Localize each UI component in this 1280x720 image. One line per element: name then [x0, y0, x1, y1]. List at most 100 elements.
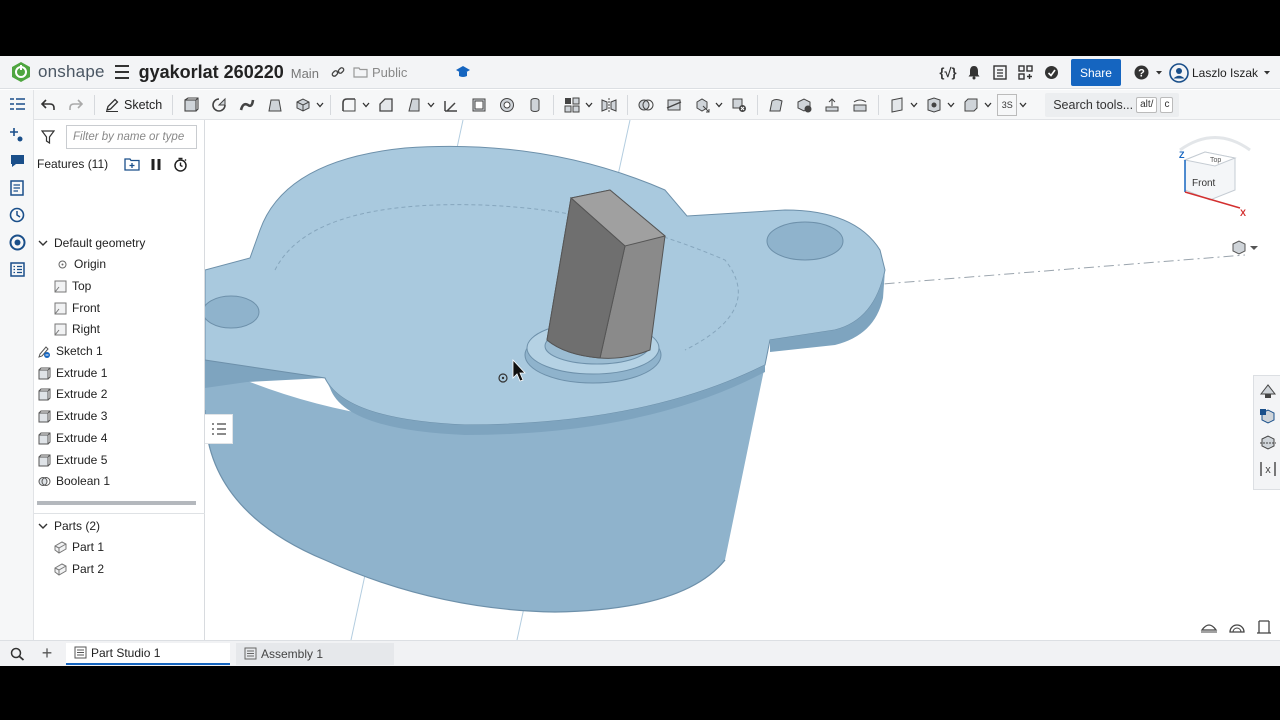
- plane-icon[interactable]: [886, 94, 908, 116]
- feature-item-origin[interactable]: Origin: [34, 254, 205, 274]
- feature-item-front-plane[interactable]: Front: [34, 298, 205, 318]
- pattern-icon[interactable]: [561, 94, 583, 116]
- parts-group[interactable]: Parts (2): [34, 516, 205, 536]
- extrude-icon[interactable]: [180, 94, 202, 116]
- hole-icon[interactable]: [496, 94, 518, 116]
- app-store-icon[interactable]: [1017, 64, 1035, 82]
- document-title[interactable]: gyakorlat 260220: [139, 62, 284, 83]
- measure-tool-icon[interactable]: [1256, 620, 1272, 634]
- sweep-icon[interactable]: [236, 94, 258, 116]
- add-variable-icon[interactable]: [8, 126, 26, 144]
- help-caret-icon[interactable]: [1155, 70, 1163, 76]
- filter-input[interactable]: Filter by name or type: [66, 125, 197, 149]
- search-tools-button[interactable]: Search tools... alt/ c: [1045, 92, 1180, 117]
- caret-down-icon[interactable]: [584, 94, 593, 116]
- delete-face-icon[interactable]: [793, 94, 815, 116]
- feature-item-extrude-2[interactable]: Extrude 2: [34, 384, 205, 404]
- split-icon[interactable]: [663, 94, 685, 116]
- graduation-cap-icon[interactable]: [455, 65, 471, 79]
- share-button[interactable]: Share: [1070, 59, 1121, 86]
- caret-down-icon[interactable]: [983, 94, 992, 116]
- measure-icon[interactable]: [8, 233, 26, 251]
- thicken-icon[interactable]: [292, 94, 314, 116]
- delete-part-icon[interactable]: [728, 94, 750, 116]
- redo-icon[interactable]: [65, 94, 87, 116]
- user-menu[interactable]: Laszlo Iszak: [1169, 62, 1274, 83]
- caret-down-icon[interactable]: [909, 94, 918, 116]
- mirror-icon[interactable]: [598, 94, 620, 116]
- view-options-cube-icon[interactable]: [1230, 240, 1260, 256]
- rib-icon[interactable]: [440, 94, 462, 116]
- caret-down-icon[interactable]: [1018, 94, 1027, 116]
- part-item-2[interactable]: Part 2: [34, 559, 205, 579]
- link-icon[interactable]: [331, 65, 345, 79]
- fillet-icon[interactable]: [338, 94, 360, 116]
- boolean-icon[interactable]: [635, 94, 657, 116]
- notifications-bell-icon[interactable]: [965, 64, 983, 82]
- caret-down-icon[interactable]: [946, 94, 955, 116]
- caret-down-icon[interactable]: [315, 94, 324, 116]
- feature-item-top-plane[interactable]: Top: [34, 276, 205, 296]
- learning-center-icon[interactable]: [1043, 64, 1061, 82]
- mate-connector-icon[interactable]: [923, 94, 945, 116]
- default-geometry-group[interactable]: Default geometry: [34, 233, 205, 253]
- rebuild-timer-icon[interactable]: [173, 157, 188, 172]
- appearance-icon[interactable]: [1259, 382, 1277, 400]
- shell-icon[interactable]: [468, 94, 490, 116]
- filter-icon[interactable]: [41, 130, 55, 144]
- view-cube[interactable]: Top Front Z X: [1170, 130, 1260, 220]
- notes-icon[interactable]: [8, 179, 26, 197]
- move-face-icon[interactable]: [821, 94, 843, 116]
- chevron-down-icon[interactable]: [38, 238, 48, 248]
- help-icon[interactable]: ?: [1133, 64, 1151, 82]
- onshape-logo[interactable]: onshape: [10, 61, 105, 83]
- tab-part-studio-1[interactable]: Part Studio 1: [66, 642, 230, 665]
- feature-item-extrude-3[interactable]: Extrude 3: [34, 406, 205, 426]
- 3d-model[interactable]: [205, 120, 1280, 640]
- pause-icon[interactable]: [150, 158, 162, 171]
- transform-icon[interactable]: [691, 94, 713, 116]
- feature-item-sketch-1[interactable]: Sketch 1: [34, 341, 205, 361]
- feature-list-icon[interactable]: [8, 95, 26, 113]
- render-mode-icon[interactable]: [1200, 620, 1218, 634]
- shaded-view-icon[interactable]: [1228, 620, 1246, 634]
- part-item-1[interactable]: Part 1: [34, 537, 205, 557]
- feature-item-extrude-4[interactable]: Extrude 4: [34, 428, 205, 448]
- view-options-icon[interactable]: 3S: [997, 93, 1018, 116]
- caret-down-icon[interactable]: [426, 94, 435, 116]
- loft-icon[interactable]: [264, 94, 286, 116]
- feature-item-right-plane[interactable]: Right: [34, 319, 205, 339]
- sketch-button[interactable]: Sketch: [105, 98, 162, 112]
- bom-icon[interactable]: [8, 260, 26, 278]
- folder-location[interactable]: Public: [353, 65, 407, 80]
- tab-assembly-1[interactable]: Assembly 1: [236, 642, 394, 665]
- viewcube-front-label[interactable]: Front: [1192, 178, 1216, 189]
- modify-fillet-icon[interactable]: [765, 94, 787, 116]
- chevron-down-icon[interactable]: [38, 521, 48, 531]
- caret-down-icon[interactable]: [714, 94, 723, 116]
- chamfer-icon[interactable]: [375, 94, 397, 116]
- history-icon[interactable]: [8, 206, 26, 224]
- feature-item-boolean-1[interactable]: Boolean 1: [34, 471, 205, 491]
- tasks-list-icon[interactable]: [991, 64, 1009, 82]
- configurations-icon[interactable]: x: [1259, 460, 1277, 478]
- rollback-bar[interactable]: [37, 501, 196, 505]
- undo-icon[interactable]: [37, 94, 59, 116]
- revolve-icon[interactable]: [208, 94, 230, 116]
- draft-icon[interactable]: [403, 94, 425, 116]
- comments-icon[interactable]: [8, 152, 26, 170]
- caret-down-icon[interactable]: [361, 94, 370, 116]
- custom-features-icon[interactable]: {√}: [939, 64, 957, 82]
- hamburger-menu-icon[interactable]: [114, 65, 129, 79]
- tab-search-icon[interactable]: [0, 641, 34, 667]
- add-tab-icon[interactable]: +: [34, 641, 60, 667]
- section-view-icon[interactable]: [1259, 434, 1277, 452]
- sheet-metal-icon[interactable]: [960, 94, 982, 116]
- display-states-icon[interactable]: [1259, 408, 1277, 426]
- cylinder-icon[interactable]: [524, 94, 546, 116]
- feature-list-toggle[interactable]: [205, 414, 233, 444]
- feature-item-extrude-1[interactable]: Extrude 1: [34, 363, 205, 383]
- viewcube-top-label[interactable]: Top: [1210, 157, 1221, 164]
- replace-face-icon[interactable]: [849, 94, 871, 116]
- add-folder-icon[interactable]: [124, 157, 140, 171]
